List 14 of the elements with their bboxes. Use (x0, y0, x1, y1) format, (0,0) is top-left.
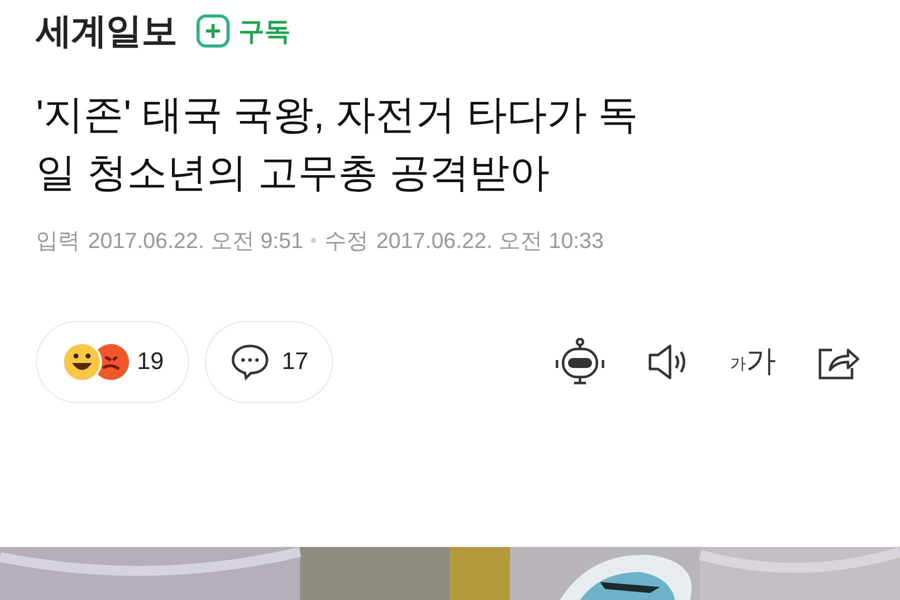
date-label: 수정 (324, 227, 368, 255)
emoji-icon (61, 341, 129, 383)
speech-bubble-icon (230, 343, 270, 381)
date-value: 2017.06.22. 오전 9:51 (88, 227, 304, 255)
headline: 일 청소년의 고무총 공격받아 (36, 150, 550, 197)
plus-icon (196, 14, 230, 48)
font-size-button[interactable]: 가가 (730, 347, 776, 377)
reaction-button[interactable]: 19 (36, 321, 189, 403)
date-value: 2017.06.22. 오전 10:33 (376, 227, 604, 255)
headline: '지존' 태국 국왕, 자전거 타다가 독 (36, 92, 639, 139)
comment-button[interactable]: 17 (204, 321, 334, 403)
robot-icon[interactable] (554, 338, 606, 386)
date-label: 입력 (36, 227, 80, 255)
logo: 세계일보 (36, 9, 176, 53)
